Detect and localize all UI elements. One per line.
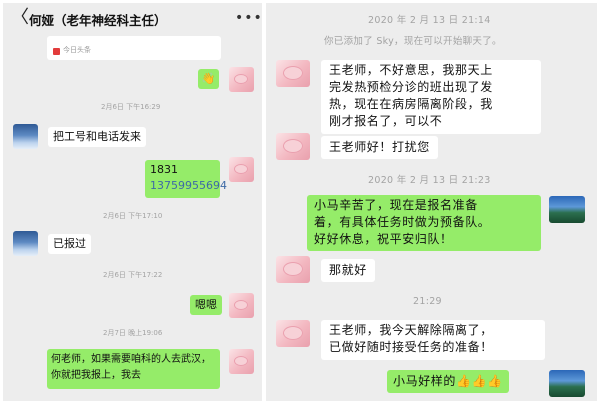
toutiao-logo-icon bbox=[53, 48, 60, 55]
message-text: 那就好 bbox=[329, 263, 367, 277]
sent-message-bubble[interactable]: 嗯嗯 bbox=[190, 295, 222, 315]
self-avatar[interactable] bbox=[229, 67, 254, 92]
contact-avatar[interactable] bbox=[276, 60, 310, 87]
chat-header: 〈 何娅（老年神经科主任） ••• bbox=[3, 3, 262, 35]
article-source-label: 今日头条 bbox=[63, 46, 91, 54]
message-text: 王老师，我今天解除隔离了， bbox=[329, 323, 493, 337]
contact-avatar[interactable] bbox=[276, 256, 310, 283]
right-chat-screenshot: 2020 年 2 月 13 日 21:14 你已添加了 Sky，现在可以开始聊天… bbox=[266, 3, 597, 401]
received-message-bubble[interactable]: 那就好 bbox=[321, 259, 375, 282]
message-text: 已报过 bbox=[53, 237, 86, 250]
message-text: 你就把我报上，我去 bbox=[51, 370, 141, 381]
message-text: 热，现在在病房隔离阶段，我 bbox=[329, 97, 493, 111]
self-avatar[interactable] bbox=[229, 293, 254, 318]
message-text: 着，有具体任务时做为预备队。 bbox=[314, 215, 491, 229]
sent-message-bubble[interactable]: 小马好样的👍👍👍 bbox=[387, 370, 509, 393]
self-avatar[interactable] bbox=[229, 349, 254, 374]
received-message-bubble[interactable]: 把工号和电话发来 bbox=[48, 127, 146, 147]
message-text: 小马好样的 bbox=[393, 374, 457, 388]
thumbs-up-emoji: 👍👍👍 bbox=[456, 374, 503, 388]
contact-avatar[interactable] bbox=[13, 231, 38, 256]
timestamp: 2月6日 下午17:22 bbox=[103, 271, 163, 279]
chat-title: 何娅（老年神经科主任） bbox=[29, 13, 167, 28]
received-message-bubble[interactable]: 王老师，不好意思，我那天上 完发热预检分诊的班出现了发 热，现在在病房隔离阶段，… bbox=[321, 60, 541, 134]
self-avatar[interactable] bbox=[229, 157, 254, 182]
message-text: 好好休息，祝平安归队！ bbox=[314, 232, 453, 246]
self-avatar[interactable] bbox=[549, 196, 585, 223]
timestamp: 2月6日 下午16:29 bbox=[101, 103, 161, 111]
timestamp: 2月6日 下午17:10 bbox=[103, 212, 163, 220]
self-avatar[interactable] bbox=[549, 370, 585, 397]
timestamp: 2020 年 2 月 13 日 21:23 bbox=[368, 175, 491, 186]
message-text: 1831 bbox=[150, 163, 178, 176]
timestamp: 21:29 bbox=[413, 296, 442, 307]
sent-message-bubble[interactable]: 小马辛苦了，现在是报名准备 着，有具体任务时做为预备队。 好好休息，祝平安归队！ bbox=[307, 195, 541, 251]
message-text: 完发热预检分诊的班出现了发 bbox=[329, 80, 493, 94]
message-text: 王老师好！打扰您 bbox=[329, 140, 430, 154]
timestamp: 2020 年 2 月 13 日 21:14 bbox=[368, 15, 491, 26]
message-text: 小马辛苦了，现在是报名准备 bbox=[314, 198, 478, 212]
message-text: 刚才报名了，可以不 bbox=[329, 114, 443, 128]
timestamp: 2月7日 晚上19:06 bbox=[103, 329, 163, 337]
phone-number-link[interactable]: 13759955694 bbox=[150, 178, 227, 194]
message-text: 王老师，不好意思，我那天上 bbox=[329, 63, 493, 77]
received-message-bubble[interactable]: 王老师好！打扰您 bbox=[321, 136, 438, 159]
back-arrow-icon[interactable]: 〈 bbox=[11, 8, 29, 28]
sent-emoji-bubble[interactable]: 👋 bbox=[198, 69, 219, 89]
sent-message-bubble[interactable]: 1831 13759955694 bbox=[145, 160, 227, 198]
received-message-bubble[interactable]: 已报过 bbox=[48, 234, 91, 254]
message-text: 已做好随时接受任务的准备！ bbox=[329, 340, 493, 354]
wave-emoji: 👋 bbox=[201, 72, 216, 85]
sent-message-bubble[interactable]: 何老师，如果需要咱科的人去武汉， 你就把我报上，我去 bbox=[47, 349, 220, 389]
message-text: 何老师，如果需要咱科的人去武汉， bbox=[51, 354, 211, 365]
message-text: 嗯嗯 bbox=[195, 298, 217, 311]
left-chat-screenshot: 〈 何娅（老年神经科主任） ••• 今日头条 👋 2月6日 下午16:29 把工… bbox=[3, 3, 262, 401]
shared-article-card[interactable]: 今日头条 bbox=[47, 36, 221, 60]
contact-avatar[interactable] bbox=[13, 124, 38, 149]
contact-avatar[interactable] bbox=[276, 133, 310, 160]
system-message: 你已添加了 Sky，现在可以开始聊天了。 bbox=[324, 36, 502, 47]
received-message-bubble[interactable]: 王老师，我今天解除隔离了， 已做好随时接受任务的准备！ bbox=[321, 320, 545, 360]
message-text: 把工号和电话发来 bbox=[53, 130, 141, 143]
more-options-icon[interactable]: ••• bbox=[235, 10, 262, 26]
contact-avatar[interactable] bbox=[276, 320, 310, 347]
